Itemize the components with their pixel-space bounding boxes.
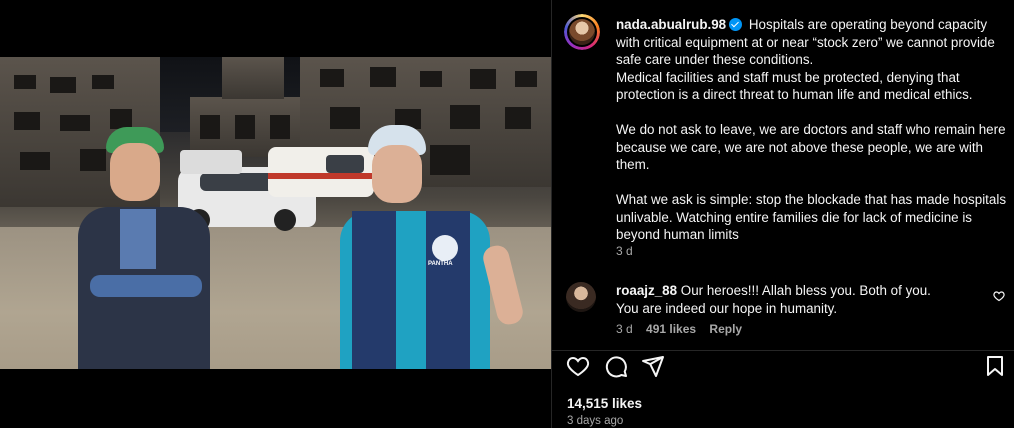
author-avatar[interactable] <box>564 14 600 50</box>
author-username[interactable]: nada.abualrub.98 <box>616 17 726 32</box>
share-button[interactable] <box>641 354 669 382</box>
comment-meta: 3 d 491 likes Reply <box>616 322 752 336</box>
verified-badge-icon <box>729 18 743 31</box>
reply-button[interactable]: Reply <box>709 322 742 336</box>
comment-bubble-icon <box>605 356 627 378</box>
post-date[interactable]: 3 days ago <box>567 415 623 427</box>
caption-body: nada.abualrub.98 Hospitals are operating… <box>616 16 1006 244</box>
comment-time[interactable]: 3 d <box>616 322 633 336</box>
save-button[interactable] <box>983 354 1011 382</box>
doctor-right: PANTHA <box>330 125 526 369</box>
actions-divider <box>552 350 1014 351</box>
comment-like-button[interactable] <box>993 289 1007 303</box>
video-player[interactable]: PANTHA <box>0 57 551 369</box>
commenter-username[interactable]: roaajz_88 <box>616 283 677 298</box>
comment-body: roaajz_88 Our heroes!!! Allah bless you.… <box>616 282 956 317</box>
small-heart-icon <box>993 291 1005 302</box>
caption-text: Hospitals are operating beyond capacity … <box>616 17 1007 242</box>
post-details-panel: nada.abualrub.98 Hospitals are operating… <box>551 0 1014 428</box>
paper-plane-icon <box>642 356 664 377</box>
comment-button[interactable] <box>604 354 632 382</box>
commenter-avatar[interactable] <box>566 282 596 312</box>
ruined-tower <box>222 57 284 99</box>
post-likes-count[interactable]: 14,515 likes <box>567 396 642 411</box>
like-button[interactable] <box>566 354 594 382</box>
comment-likes[interactable]: 491 likes <box>646 322 696 336</box>
bookmark-icon <box>987 356 1003 376</box>
heart-icon <box>566 356 590 377</box>
vest-logo <box>432 235 458 261</box>
doctor-left <box>70 127 220 369</box>
vest-label: PANTHA <box>428 261 453 267</box>
post-actions <box>552 354 1014 384</box>
post-media: PANTHA <box>0 0 551 428</box>
post-time[interactable]: 3 d <box>616 244 633 258</box>
